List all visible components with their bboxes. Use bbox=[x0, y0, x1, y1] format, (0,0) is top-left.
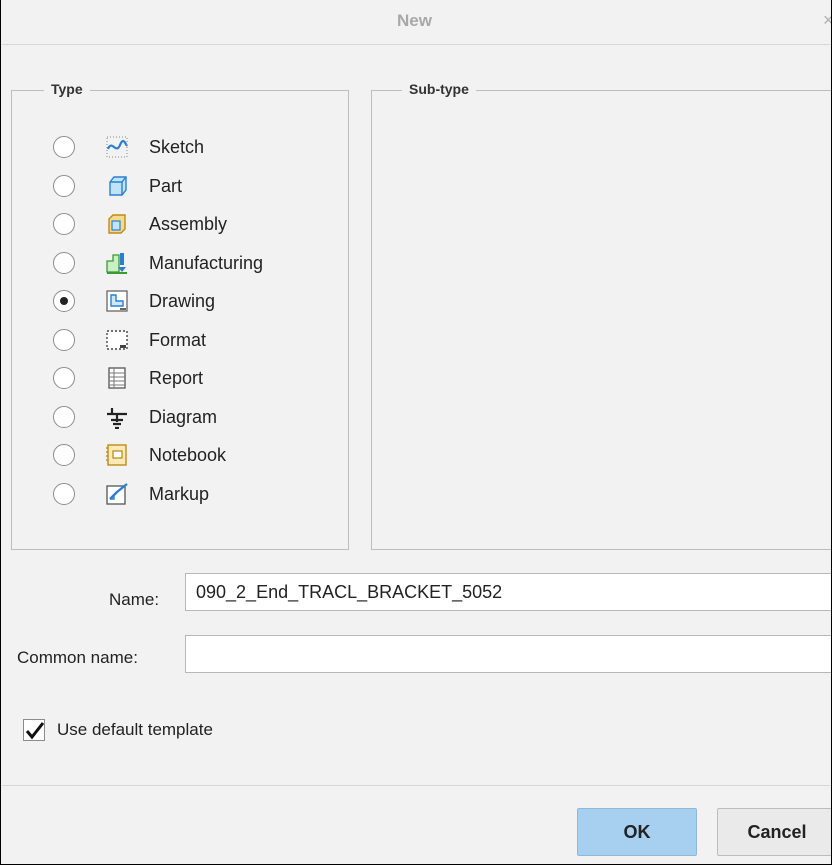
cancel-button[interactable]: Cancel bbox=[717, 808, 831, 856]
type-radio-diagram[interactable] bbox=[53, 406, 75, 428]
type-option-label: Drawing bbox=[149, 291, 216, 311]
subtype-legend: Sub-type bbox=[402, 81, 476, 97]
type-radio-sketch[interactable] bbox=[53, 136, 75, 158]
footer-divider bbox=[1, 785, 831, 786]
close-icon[interactable]: × bbox=[823, 10, 831, 31]
type-option-part[interactable]: Part bbox=[53, 172, 333, 202]
type-option-label: Sketch bbox=[149, 137, 205, 157]
type-option-label: Report bbox=[149, 368, 204, 388]
type-radio-manufacturing[interactable] bbox=[53, 252, 75, 274]
type-radio-drawing[interactable] bbox=[53, 290, 75, 312]
type-radio-report[interactable] bbox=[53, 367, 75, 389]
title-bar: New × bbox=[1, 0, 831, 44]
markup-icon bbox=[105, 482, 129, 506]
type-option-label: Assembly bbox=[149, 214, 228, 234]
type-radio-format[interactable] bbox=[53, 329, 75, 351]
subtype-groupbox: Sub-type bbox=[371, 81, 831, 550]
checkmark-icon bbox=[25, 722, 45, 740]
type-option-manufacturing[interactable]: Manufacturing bbox=[53, 249, 333, 279]
sketch-icon bbox=[105, 135, 129, 159]
drawing-icon bbox=[105, 289, 129, 313]
type-option-markup[interactable]: Markup bbox=[53, 480, 333, 510]
type-option-report[interactable]: Report bbox=[53, 364, 333, 394]
format-icon bbox=[105, 328, 129, 352]
part-icon bbox=[105, 174, 129, 198]
type-option-drawing[interactable]: Drawing bbox=[53, 287, 333, 317]
title-divider bbox=[1, 44, 831, 45]
type-option-assembly[interactable]: Assembly bbox=[53, 210, 333, 240]
ok-button[interactable]: OK bbox=[577, 808, 697, 856]
type-option-label: Notebook bbox=[149, 445, 227, 465]
type-radio-assembly[interactable] bbox=[53, 213, 75, 235]
type-radio-markup[interactable] bbox=[53, 483, 75, 505]
type-option-label: Part bbox=[149, 176, 183, 196]
type-option-notebook[interactable]: Notebook bbox=[53, 441, 333, 471]
assembly-icon bbox=[105, 212, 129, 236]
type-option-label: Markup bbox=[149, 484, 210, 504]
new-file-dialog: New × Type Sketch Part Assembly Manufacturi… bbox=[0, 0, 832, 865]
use-default-template-label: Use default template bbox=[57, 720, 213, 739]
type-radio-part[interactable] bbox=[53, 175, 75, 197]
name-label: Name: bbox=[109, 590, 160, 609]
type-option-sketch[interactable]: Sketch bbox=[53, 133, 333, 163]
type-option-label: Manufacturing bbox=[149, 253, 264, 273]
diagram-icon bbox=[105, 405, 129, 430]
common-name-field[interactable] bbox=[185, 635, 831, 673]
type-option-label: Format bbox=[149, 330, 207, 350]
name-field[interactable] bbox=[185, 573, 831, 611]
type-option-diagram[interactable]: Diagram bbox=[53, 403, 333, 433]
type-legend: Type bbox=[44, 81, 90, 97]
manufacturing-icon bbox=[105, 251, 129, 275]
notebook-icon bbox=[105, 443, 129, 467]
dialog-title: New bbox=[397, 11, 432, 30]
type-option-label: Diagram bbox=[149, 407, 218, 427]
type-option-format[interactable]: Format bbox=[53, 326, 333, 356]
report-icon bbox=[105, 366, 129, 390]
use-default-template-checkbox[interactable] bbox=[23, 719, 45, 741]
type-radio-notebook[interactable] bbox=[53, 444, 75, 466]
common-name-label: Common name: bbox=[17, 648, 138, 667]
